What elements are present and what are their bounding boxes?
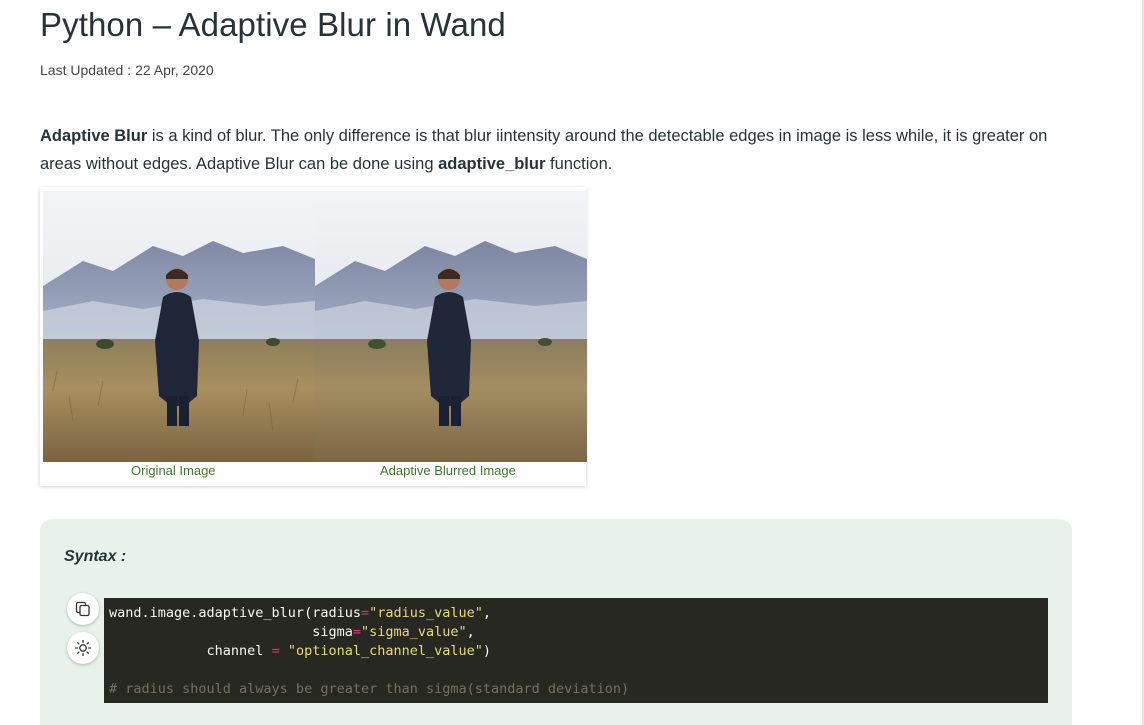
intro-text-2: function. (545, 155, 613, 173)
blurred-image-caption: Adaptive Blurred Image (380, 463, 516, 478)
original-image-caption: Original Image (131, 463, 216, 478)
code-line: wand.image.adaptive_blur(radius="radius_… (109, 604, 1048, 623)
code-token: channel (109, 643, 272, 659)
code-token: , (482, 605, 492, 621)
syntax-label: Syntax : (64, 548, 127, 565)
original-image (43, 191, 315, 462)
syntax-panel: Syntax : wand.image.adaptive_blur(radius… (40, 519, 1072, 725)
code-operator: = (271, 643, 280, 659)
comparison-figure: Original Image Adaptive Blurred Image (40, 187, 587, 486)
intro-paragraph: Adaptive Blur is a kind of blur. The onl… (40, 122, 1080, 178)
code-block[interactable]: wand.image.adaptive_blur(radius="radius_… (104, 598, 1048, 703)
last-updated-label: Last Updated : (40, 62, 132, 78)
intro-term: Adaptive Blur (40, 127, 148, 145)
code-line: sigma="sigma_value", (109, 623, 1048, 642)
code-token: ) (482, 643, 492, 659)
code-string: "sigma_value" (360, 624, 467, 640)
intro-function-name: adaptive_blur (438, 155, 546, 173)
toggle-theme-button[interactable] (67, 632, 99, 664)
copy-icon (75, 601, 90, 617)
code-operator: = (360, 605, 370, 621)
adaptive-blurred-image (315, 191, 587, 462)
code-token: sigma (109, 624, 353, 640)
code-string: "radius_value" (369, 605, 483, 621)
last-updated: Last Updated :22 Apr, 2020 (40, 62, 214, 78)
page-title: Python – Adaptive Blur in Wand (40, 6, 506, 43)
copy-code-button[interactable] (67, 593, 99, 625)
last-updated-date: 22 Apr, 2020 (135, 62, 214, 78)
code-string: "optional_channel_value" (279, 643, 483, 659)
sun-icon (74, 639, 92, 657)
code-operator: = (352, 624, 361, 640)
code-token: wand.image.adaptive_blur(radius (109, 605, 361, 621)
code-token: , (466, 624, 475, 640)
article-page: Python – Adaptive Blur in Wand Last Upda… (0, 0, 1144, 725)
code-comment: # radius should always be greater than s… (109, 681, 630, 697)
code-line: channel = "optional_channel_value") (109, 642, 1048, 661)
